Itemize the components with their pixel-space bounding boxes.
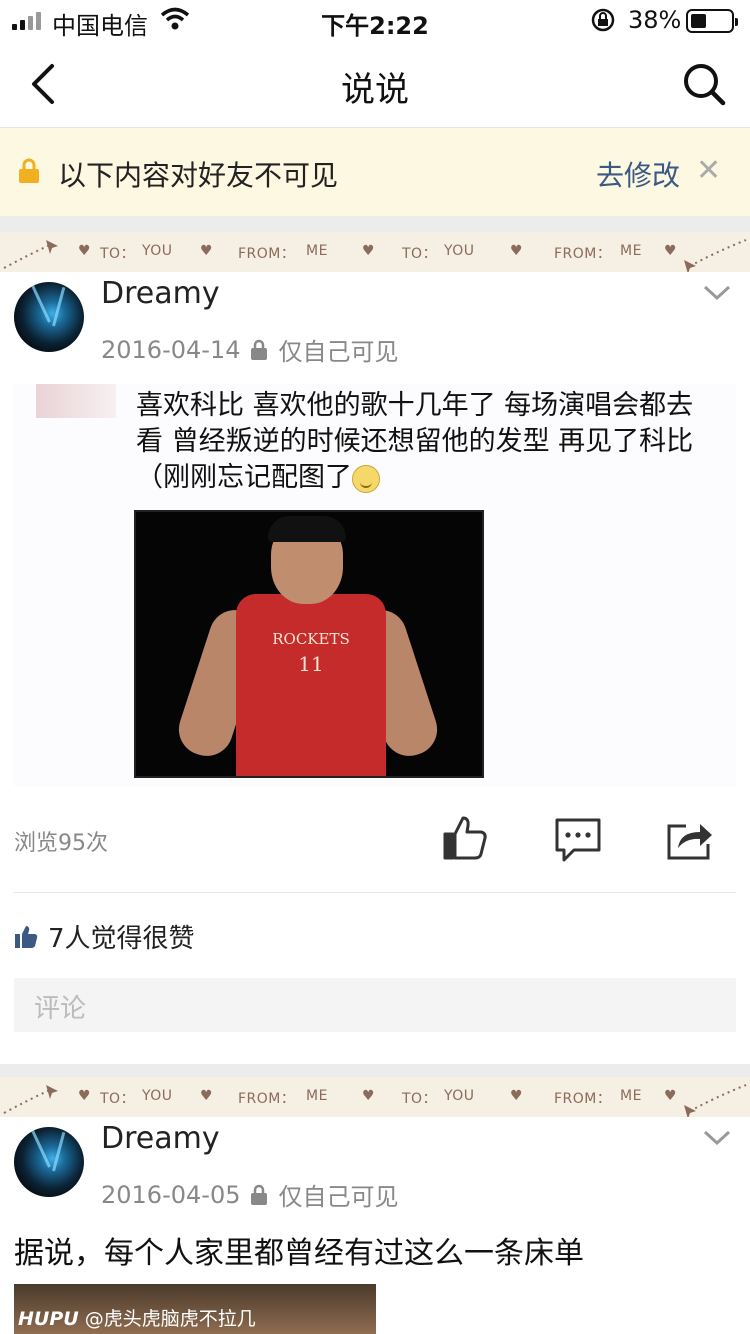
author-name[interactable]: Dreamy <box>101 276 220 311</box>
post-date: 2016-04-14 <box>101 335 241 364</box>
comment-icon[interactable] <box>554 816 602 864</box>
jersey-team: ROCKETS <box>272 630 350 648</box>
lock-icon <box>251 1184 268 1205</box>
edit-link[interactable]: 去修改 <box>596 154 680 194</box>
comment-placeholder: 评论 <box>34 994 87 1024</box>
band-label: TO： <box>402 1091 438 1107</box>
band-label: YOU <box>142 1088 173 1104</box>
post-meta: 2016-04-05 仅自己可见 <box>101 1177 398 1212</box>
likes-summary[interactable]: 7人觉得很赞 <box>14 918 195 955</box>
band-label: TO： <box>100 1091 136 1107</box>
visibility-label: 仅自己可见 <box>278 1183 399 1211</box>
battery-icon <box>686 9 738 33</box>
share-icon[interactable] <box>666 814 714 862</box>
nav-bar: 说说 <box>0 40 750 128</box>
like-icon[interactable] <box>441 814 489 862</box>
watermark: HUPU @虎头虎脑虎不拉几 <box>18 1308 256 1330</box>
smile-emoji-icon <box>352 464 380 493</box>
band-label: TO： <box>402 246 438 262</box>
band-label: FROM： <box>554 246 612 262</box>
band-label: ME <box>620 243 642 259</box>
visibility-notice: 以下内容对好友不可见 去修改 ✕ <box>0 128 750 216</box>
band-label: FROM： <box>238 1091 296 1107</box>
page-title: 说说 <box>341 70 409 110</box>
jersey-number: 11 <box>298 652 324 676</box>
chevron-down-icon[interactable] <box>703 1129 731 1147</box>
post-image[interactable]: HUPU @虎头虎脑虎不拉几 <box>14 1284 376 1334</box>
band-label: FROM： <box>554 1091 612 1107</box>
band-label: ME <box>306 1088 328 1104</box>
battery-percent: 38% <box>628 6 682 34</box>
lock-icon <box>19 158 39 183</box>
avatar[interactable] <box>14 1127 84 1197</box>
likes-text: 7人觉得很赞 <box>48 924 195 954</box>
band-label: YOU <box>444 1088 475 1104</box>
author-name[interactable]: Dreamy <box>101 1121 220 1156</box>
avatar[interactable] <box>14 282 84 352</box>
band-label: ME <box>306 243 328 259</box>
band-label: ME <box>620 1088 642 1104</box>
decorative-band: ♥ TO： YOU ♥ FROM： ME ♥ TO： YOU ♥ FROM： M… <box>0 232 750 272</box>
divider <box>14 892 736 893</box>
close-icon[interactable]: ✕ <box>696 156 721 186</box>
post-meta: 2016-04-14 仅自己可见 <box>101 332 398 367</box>
player-photo: ROCKETS 11 <box>134 510 484 778</box>
visibility-label: 仅自己可见 <box>278 338 399 366</box>
image-caption: 喜欢科比 喜欢他的歌十几年了 每场演唱会都去看 曾经叛逆的时候还想留他的发型 再… <box>136 390 694 493</box>
band-label: TO： <box>100 246 136 262</box>
post-text: 据说，每个人家里都曾经有过这么一条床单 <box>14 1236 584 1271</box>
thumbs-up-icon <box>15 925 38 948</box>
post-image[interactable]: 喜欢科比 喜欢他的歌十几年了 每场演唱会都去看 曾经叛逆的时候还想留他的发型 再… <box>14 384 736 786</box>
band-label: YOU <box>142 243 173 259</box>
lock-icon <box>251 339 268 360</box>
view-count: 浏览95次 <box>14 831 108 856</box>
rotation-lock-icon <box>591 8 615 32</box>
comment-input[interactable]: 评论 <box>14 978 736 1032</box>
band-label: FROM： <box>238 246 296 262</box>
band-label: YOU <box>444 243 475 259</box>
chevron-down-icon[interactable] <box>703 284 731 302</box>
status-bar: 中国电信 下午2:22 38% <box>0 0 750 40</box>
search-icon[interactable] <box>680 60 728 108</box>
notice-text: 以下内容对好友不可见 <box>58 159 339 192</box>
post-date: 2016-04-05 <box>101 1180 241 1209</box>
decorative-band: ♥ TO： YOU ♥ FROM： ME ♥ TO： YOU ♥ FROM： M… <box>0 1077 750 1117</box>
